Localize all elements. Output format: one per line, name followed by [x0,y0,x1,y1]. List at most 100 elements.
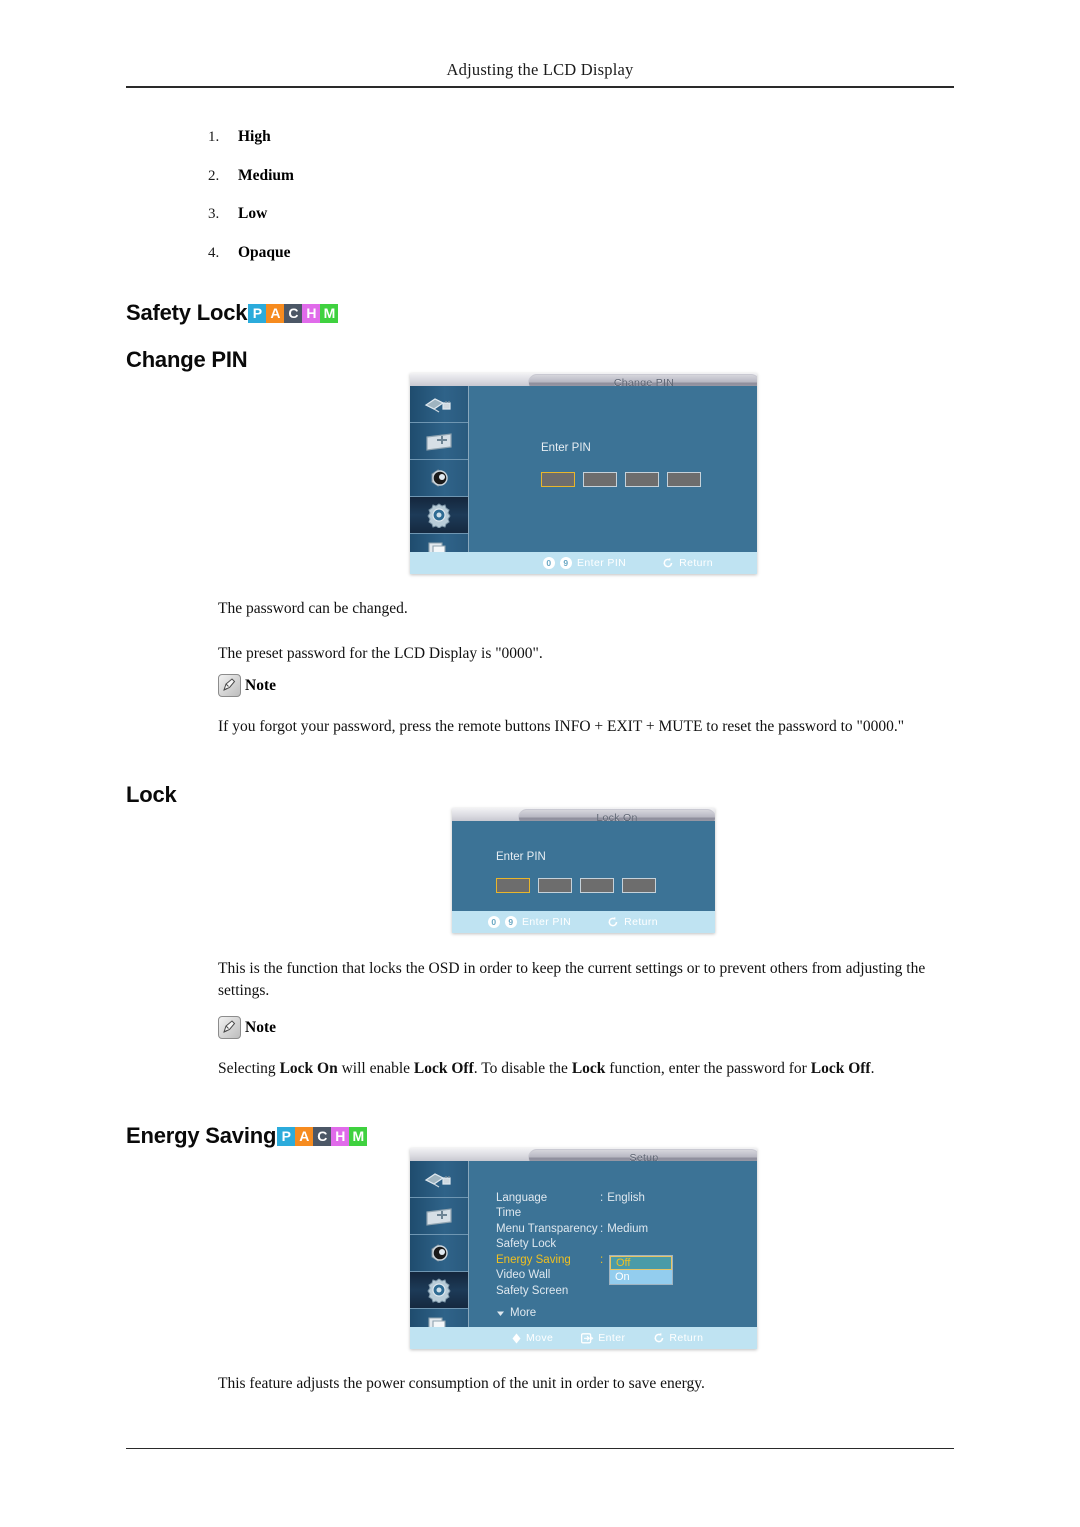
hint-enter-pin: Enter PIN [577,557,627,569]
pin-entry-row[interactable] [541,472,701,487]
menu-transparency-options-list: 1. High 2. Medium 3. Low 4. Opaque [208,128,608,282]
sidebar-item-setup[interactable] [410,497,468,534]
paragraph-energy-saving-description: This feature adjusts the power consumpti… [218,1375,705,1392]
note-label: Note [245,1018,276,1036]
menu-row-menu-transparency[interactable]: Menu Transparency : Medium [496,1221,648,1237]
badge-c: C [284,303,303,323]
return-arrow-icon [608,916,618,927]
hint-enter-pin: Enter PIN [522,916,572,928]
heading-energy-saving-text: Energy Saving [126,1123,277,1148]
note-icon [218,1016,241,1039]
badge-a: A [295,1126,314,1146]
list-item: 2. Medium [208,167,608,185]
dropdown-option-off[interactable]: Off [610,1256,672,1270]
pin-box-4[interactable] [622,878,656,893]
menu-label: Safety Lock [496,1238,557,1251]
hint-return: Return [669,1332,704,1344]
badge-m: M [349,1126,368,1146]
pin-box-2[interactable] [538,878,572,893]
paragraph-preset-password: The preset password for the LCD Display … [218,645,543,662]
pin-box-1[interactable] [541,472,575,487]
sidebar-item-setup[interactable] [410,1272,468,1309]
input-source-icon [424,398,451,413]
pin-box-1[interactable] [496,878,530,893]
pin-box-2[interactable] [583,472,617,487]
pin-entry-row[interactable] [496,878,656,893]
list-item-number: 3. [208,206,220,222]
menu-label: Language [496,1191,548,1204]
osd-content-area: Language : English Time Menu Transparenc… [469,1161,757,1327]
menu-row-safety-screen[interactable]: Safety Screen [496,1283,648,1299]
model-badges-pachm: P A C H M [277,1126,368,1146]
list-item-label: Opaque [238,243,291,261]
return-arrow-icon [663,557,673,568]
badge-p: P [277,1126,296,1146]
menu-row-safety-lock[interactable]: Safety Lock [496,1237,648,1253]
menu-label: Time [496,1207,522,1220]
sidebar-item-picture[interactable] [410,1198,468,1235]
badge-c: C [313,1126,332,1146]
footer-divider [126,1448,954,1449]
pin-box-3[interactable] [580,878,614,893]
header-divider [126,86,954,88]
sidebar-item-sound[interactable] [410,460,468,497]
osd-change-pin: Change PIN Enter PIN 0 9 Enter PIN Retur… [410,373,757,574]
return-arrow-icon [654,1332,664,1343]
note-block-lock: Note [218,1016,276,1039]
menu-label: Energy Saving [496,1253,571,1266]
menu-value: Medium [607,1222,649,1235]
sidebar-item-input-source[interactable] [410,386,468,423]
hint-enter: Enter [598,1332,626,1344]
list-item-label: Medium [238,166,294,184]
note-block-change-pin: Note [218,674,276,697]
picture-icon [426,1208,452,1226]
sidebar-item-sound[interactable] [410,1235,468,1272]
osd-bottom-bar: 0 9 Enter PIN Return [452,911,715,933]
paragraph-lock-on-off: Selecting Lock On will enable Lock Off. … [218,1058,956,1080]
sidebar-item-input-source[interactable] [410,1161,468,1198]
list-item-number: 4. [208,244,220,261]
badge-p: P [248,303,267,323]
energy-saving-dropdown[interactable]: Off On [609,1255,673,1285]
badge-a: A [266,303,285,323]
badge-h: H [302,303,321,323]
hint-return: Return [624,916,659,928]
list-item-number: 2. [208,167,220,184]
setup-gear-icon [427,1278,451,1303]
paragraph-lock-on-off-text: Selecting Lock On will enable Lock Off. … [218,1060,875,1077]
move-diamond-icon [512,1333,521,1343]
list-item-label: High [238,128,271,145]
dropdown-option-on[interactable]: On [610,1270,672,1284]
note-label: Note [245,676,276,694]
osd-bottom-bar: Move Enter Return [410,1327,757,1349]
menu-label: Video Wall [496,1269,551,1282]
osd-bottom-hints: 0 9 Enter PIN Return [543,552,713,574]
setup-gear-icon [427,503,451,528]
model-badges-pachm: P A C H M [248,303,339,323]
paragraph-forgot-password: If you forgot your password, press the r… [218,718,905,735]
key-9-icon: 9 [560,557,572,569]
menu-more-label: More [510,1307,537,1320]
list-item: 1. High [208,128,608,146]
menu-row-time[interactable]: Time [496,1206,648,1222]
page-header-title: Adjusting the LCD Display [446,60,634,79]
document-page: Adjusting the LCD Display 1. High 2. Med… [0,0,1080,1527]
menu-row-language[interactable]: Language : English [496,1190,648,1206]
menu-colon: : [600,1222,604,1235]
hint-move: Move [526,1332,554,1344]
menu-row-more[interactable]: More [496,1306,648,1322]
chevron-down-icon [497,1311,504,1316]
sidebar-item-picture[interactable] [410,423,468,460]
pin-box-3[interactable] [625,472,659,487]
osd-sidebar [410,386,469,562]
input-source-icon [424,1173,451,1188]
list-item: 4. Opaque [208,244,608,262]
sound-icon [431,469,448,487]
heading-energy-saving: Energy Saving P A C H M [126,1123,368,1149]
paragraph-lock-description: This is the function that locks the OSD … [218,960,926,999]
menu-value: English [607,1191,645,1204]
menu-colon: : [600,1191,604,1204]
osd-setup: Setup Language: English Time Menu Trans… [410,1148,757,1349]
heading-change-pin: Change PIN [126,347,248,372]
pin-box-4[interactable] [667,472,701,487]
